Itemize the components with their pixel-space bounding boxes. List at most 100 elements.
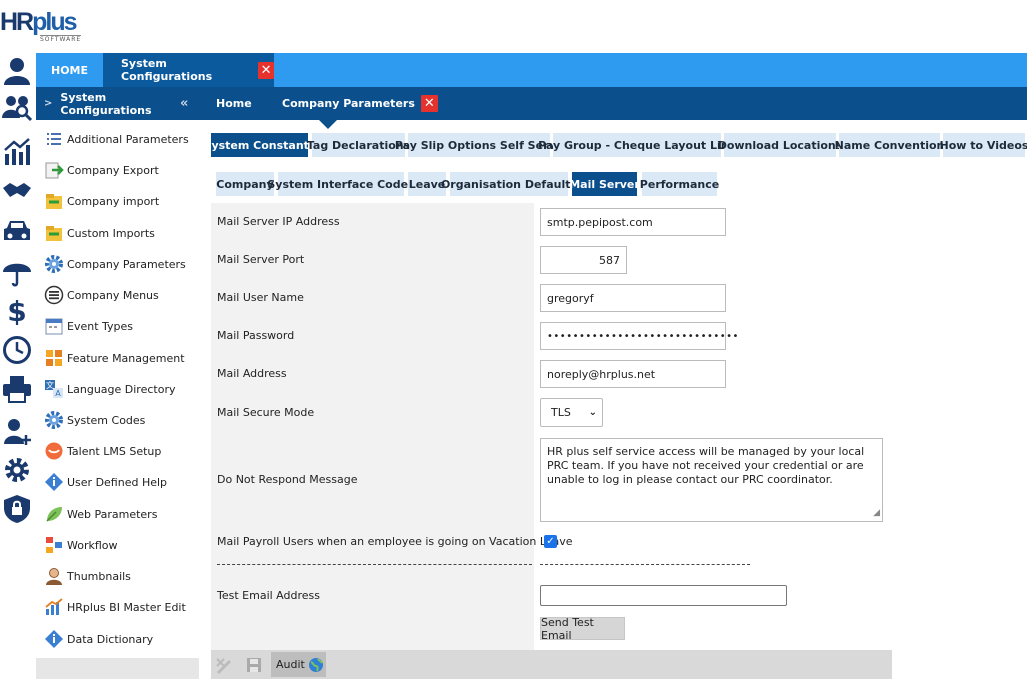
svg-text:$: $: [7, 295, 26, 325]
category-tab[interactable]: Name Convention: [835, 133, 944, 157]
sidebar-item[interactable]: User Defined Help: [44, 471, 167, 493]
close-tab-icon[interactable]: ✕: [258, 61, 274, 79]
info-icon: [44, 472, 64, 492]
sidebar-item[interactable]: Web Parameters: [44, 503, 157, 525]
test-email-input[interactable]: [540, 585, 787, 606]
user-input[interactable]: gregoryf: [540, 284, 726, 312]
sidebar-item[interactable]: Data Dictionary: [44, 628, 153, 650]
talent-icon: [44, 441, 64, 461]
password-input[interactable]: ••••••••••••••••••••••••••••••: [540, 322, 738, 350]
category-tab[interactable]: System Constants: [204, 133, 316, 157]
tab-home[interactable]: HOME: [36, 53, 103, 87]
active-tab-pointer: [319, 120, 337, 129]
dollar-icon[interactable]: $: [2, 295, 32, 325]
growth-chart-icon[interactable]: [2, 136, 32, 166]
message-label: Do Not Respond Message: [217, 473, 358, 486]
save-icon[interactable]: [245, 656, 263, 674]
sidebar-item-label: Company import: [67, 194, 160, 208]
sidebar-item[interactable]: HRplus BI Master Edit: [44, 596, 186, 618]
divider-left: [217, 564, 532, 565]
sidebar-item-label: Feature Management: [67, 351, 185, 365]
tab-label: System Configurations: [121, 57, 213, 83]
section-tab[interactable]: Mail Server: [569, 172, 640, 196]
sidebar-item[interactable]: Additional Parameters: [44, 128, 189, 150]
message-textarea[interactable]: HR plus self service access will be mana…: [540, 438, 883, 522]
sidebar-item-label: Language Directory: [67, 382, 176, 396]
section-tab[interactable]: Organisation Defaults: [441, 172, 577, 196]
security-shield-icon[interactable]: [2, 494, 32, 524]
port-input[interactable]: 587: [540, 246, 627, 274]
secure-label: Mail Secure Mode: [217, 406, 315, 419]
calendar-icon: [44, 316, 64, 336]
sidebar-item[interactable]: Company Menus: [44, 284, 159, 306]
category-tab[interactable]: Pay Slip Options Self Serve: [395, 133, 563, 157]
resize-handle-icon[interactable]: ◢: [873, 506, 880, 520]
user-label: Mail User Name: [217, 291, 304, 304]
list-icon: [44, 129, 64, 149]
add-user-icon[interactable]: [2, 416, 32, 446]
clock-icon[interactable]: [2, 335, 32, 365]
handshake-icon[interactable]: [2, 175, 32, 205]
section-tab[interactable]: Company: [216, 172, 274, 196]
category-tab[interactable]: Tag Declarations: [307, 133, 410, 157]
sidebar-item[interactable]: System Codes: [44, 409, 145, 431]
settings-gear-icon[interactable]: [2, 455, 32, 485]
subtab-home[interactable]: Home: [216, 87, 252, 120]
category-tab[interactable]: How to Videos: [940, 133, 1027, 157]
sidebar-item[interactable]: Thumbnails: [44, 565, 131, 587]
cancel-edit-icon[interactable]: [215, 656, 233, 674]
sidebar-item[interactable]: Company Parameters: [44, 253, 186, 275]
sub-tab-bar: > System Configurations « Home Company P…: [36, 87, 1027, 120]
send-test-email-button[interactable]: Send Test Email: [540, 616, 625, 642]
ip-label: Mail Server IP Address: [217, 215, 340, 228]
gear-icon: [44, 410, 64, 430]
section-title: > System Configurations: [44, 90, 152, 117]
password-label: Mail Password: [217, 329, 295, 342]
close-subtab-icon[interactable]: ✕: [420, 95, 438, 112]
payroll-checkbox[interactable]: ✓: [544, 535, 557, 548]
subtab-company-parameters[interactable]: Company Parameters ✕: [282, 87, 438, 120]
globe-icon: [308, 657, 323, 672]
collapse-sidebar-icon[interactable]: «: [180, 87, 200, 120]
sidebar-item[interactable]: 文 A Language Directory: [44, 378, 175, 400]
info-icon: [44, 629, 64, 649]
umbrella-icon[interactable]: [2, 257, 32, 287]
module-rail: $: [0, 52, 34, 679]
sidebar-item-label: Company Export: [67, 163, 159, 177]
sidebar-item[interactable]: Custom Imports: [44, 222, 155, 244]
printer-icon[interactable]: [2, 374, 32, 404]
payroll-label: Mail Payroll Users when an employee is g…: [217, 535, 573, 548]
feature-icon: [44, 348, 64, 368]
section-tab[interactable]: System Interface Codes: [267, 172, 415, 196]
search-people-icon[interactable]: [2, 92, 32, 122]
car-icon[interactable]: [2, 216, 32, 246]
sidebar-item-label: Company Parameters: [67, 257, 186, 271]
address-input[interactable]: noreply@hrplus.net: [540, 360, 726, 388]
sidebar-item[interactable]: Event Types: [44, 315, 133, 337]
ip-input[interactable]: smtp.pepipost.com: [540, 208, 726, 236]
sidebar-item-label: Company Menus: [67, 288, 159, 302]
sidebar-item[interactable]: Company import: [44, 190, 159, 212]
workflow-icon: [44, 535, 64, 555]
employee-icon[interactable]: [2, 55, 32, 85]
tab-system-configurations[interactable]: System Configurations ✕: [103, 53, 274, 87]
bar-chart-icon: [44, 597, 64, 617]
chevron-down-icon: ⌄: [588, 407, 597, 418]
person-icon: [44, 566, 64, 586]
audit-button[interactable]: Audit: [271, 652, 326, 677]
category-tab[interactable]: Download Locations: [718, 133, 842, 157]
chevron-right-icon: >: [44, 98, 53, 109]
gear-icon: [44, 254, 64, 274]
sidebar-item[interactable]: Talent LMS Setup: [44, 440, 161, 462]
sidebar-item[interactable]: Feature Management: [44, 347, 185, 369]
export-icon: [44, 160, 64, 180]
sidebar-item[interactable]: Workflow: [44, 534, 118, 556]
section-tab[interactable]: Performance: [640, 172, 719, 196]
sidebar: Additional Parameters Company Export Compa…: [36, 120, 199, 658]
sidebar-item-label: Thumbnails: [67, 569, 131, 583]
secure-mode-select[interactable]: TLS ⌄: [540, 398, 603, 427]
form-label-column: [211, 203, 534, 650]
sidebar-item[interactable]: Company Export: [44, 159, 159, 181]
category-tab[interactable]: Pay Group - Cheque Layout Link: [538, 133, 736, 157]
sidebar-item-label: System Codes: [67, 413, 146, 427]
